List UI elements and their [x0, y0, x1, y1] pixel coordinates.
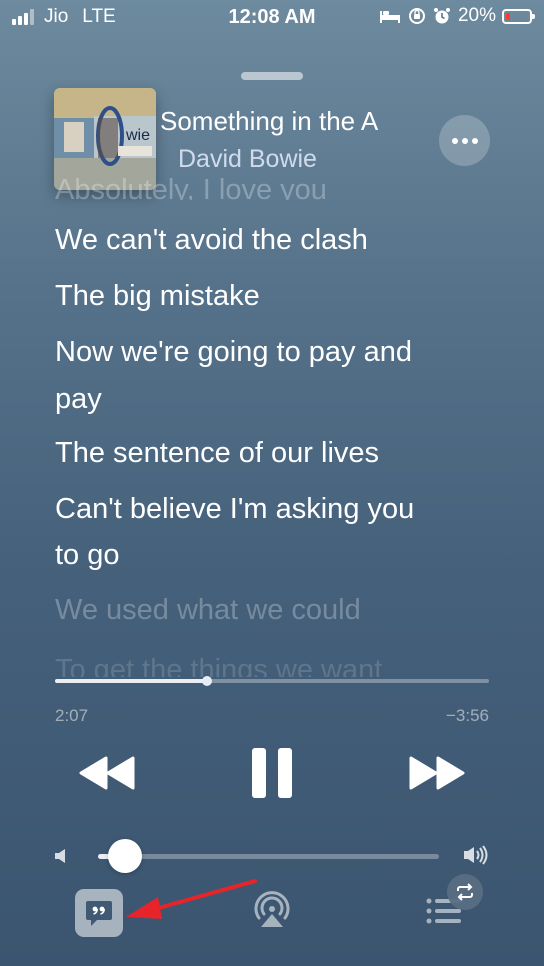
- repeat-icon: [457, 883, 473, 901]
- track-title: Something in the A: [160, 106, 379, 136]
- airplay-icon: [254, 891, 290, 927]
- quote-bubble-icon: [86, 901, 112, 926]
- pause-icon: [252, 748, 292, 798]
- lyric-line[interactable]: Can't believe I'm asking you: [55, 493, 414, 526]
- volume-knob[interactable]: [107, 839, 142, 873]
- lyric-line-upcoming[interactable]: We used what we could: [55, 594, 361, 627]
- sheet-grabber[interactable]: [241, 72, 303, 80]
- lyric-line[interactable]: The sentence of our lives: [55, 437, 379, 470]
- status-bar: Jio LTE 12:08 AM 20%: [0, 0, 544, 36]
- volume-slider[interactable]: [98, 854, 439, 859]
- battery-percentage: 20%: [457, 5, 496, 26]
- lyric-line-upcoming[interactable]: To get the things we want: [55, 651, 382, 677]
- fast-forward-button[interactable]: [406, 752, 468, 794]
- ellipsis-icon: [450, 137, 480, 144]
- elapsed-time: 2:07: [55, 706, 89, 725]
- volume-max-icon: [462, 844, 492, 866]
- progress-scrubber[interactable]: [201, 676, 212, 686]
- more-options-button[interactable]: [439, 115, 490, 166]
- svg-text:wie: wie: [125, 127, 150, 144]
- airplay-button[interactable]: [250, 888, 294, 932]
- lyric-line-previous[interactable]: Absolutely, I love you: [55, 170, 327, 200]
- volume-min-icon: [52, 846, 70, 866]
- orientation-lock-icon: [408, 7, 426, 25]
- rewind-icon: [79, 756, 135, 790]
- bed-icon: [379, 8, 401, 24]
- battery-icon: [502, 8, 535, 24]
- lyrics-button[interactable]: [75, 889, 123, 937]
- lyric-line[interactable]: We can't avoid the clash: [55, 224, 368, 257]
- annotation-arrow: [126, 879, 257, 919]
- lyric-line[interactable]: Now we're going to pay and: [55, 336, 412, 369]
- repeat-badge: [447, 874, 483, 910]
- remaining-time: −3:56: [445, 706, 489, 725]
- lyric-line[interactable]: The big mistake: [55, 280, 260, 313]
- fast-forward-icon: [409, 756, 465, 790]
- lyric-line[interactable]: to go: [55, 539, 120, 572]
- pause-button[interactable]: [248, 746, 296, 800]
- alarm-clock-icon: [433, 7, 451, 25]
- playback-progress-bar[interactable]: [55, 676, 489, 686]
- rewind-button[interactable]: [76, 752, 138, 794]
- progress-fill: [55, 679, 207, 683]
- lyric-line[interactable]: pay: [55, 383, 102, 416]
